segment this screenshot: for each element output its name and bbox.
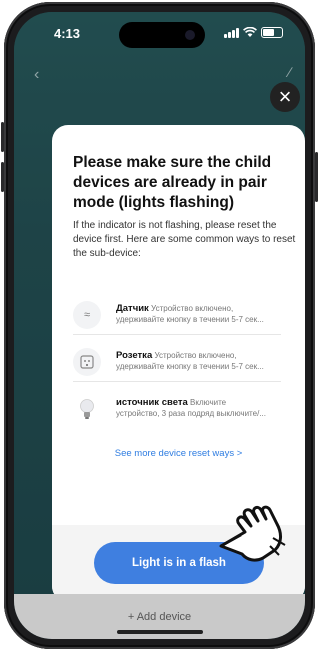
- wifi-icon: [243, 27, 257, 37]
- status-bar: 4:13: [14, 12, 305, 52]
- item-name: Розетка: [116, 350, 153, 361]
- bulb-icon: [73, 395, 101, 423]
- item-line1: Устройство включено,: [152, 351, 237, 360]
- pointing-hand-icon: [219, 505, 286, 562]
- socket-icon: [73, 348, 101, 376]
- home-indicator: [117, 630, 203, 634]
- more-reset-ways-link[interactable]: See more device reset ways >: [52, 448, 305, 459]
- close-button[interactable]: ×: [270, 82, 300, 112]
- item-line1: Включите: [187, 398, 227, 407]
- dialog-description: If the indicator is not flashing, please…: [73, 220, 296, 259]
- item-name: источник света: [116, 397, 188, 408]
- edit-icon[interactable]: ∕: [289, 64, 291, 80]
- dialog-title: Please make sure the child devices are a…: [73, 154, 272, 211]
- close-icon: ×: [278, 84, 292, 109]
- item-name: Датчик: [116, 303, 149, 314]
- reset-item-socket[interactable]: Розетка Устройство включено, удерживайте…: [73, 344, 291, 384]
- power-button: [315, 152, 318, 202]
- reset-item-sensor[interactable]: ≈ Датчик Устройство включено, удерживайт…: [73, 297, 291, 337]
- back-icon[interactable]: ‹: [34, 66, 39, 84]
- item-line2: удерживайте кнопку в течении 5-7 сек...: [116, 315, 264, 324]
- sensor-icon: ≈: [73, 301, 101, 329]
- item-line1: Устройство включено,: [148, 304, 234, 313]
- divider: [73, 381, 281, 382]
- item-line2: удерживайте кнопку в течении 5-7 сек...: [116, 362, 264, 371]
- item-line2: устройство, 3 раза подряд выключите/...: [116, 409, 266, 418]
- camera-icon: [185, 30, 195, 40]
- volume-up-button: [1, 122, 4, 152]
- battery-icon: [261, 27, 283, 38]
- status-time: 4:13: [54, 26, 81, 41]
- dynamic-island: [119, 22, 205, 48]
- reset-item-light[interactable]: источник света Включите устройство, 3 ра…: [73, 391, 291, 431]
- divider: [73, 334, 281, 335]
- volume-down-button: [1, 162, 4, 192]
- signal-icon: [224, 27, 239, 38]
